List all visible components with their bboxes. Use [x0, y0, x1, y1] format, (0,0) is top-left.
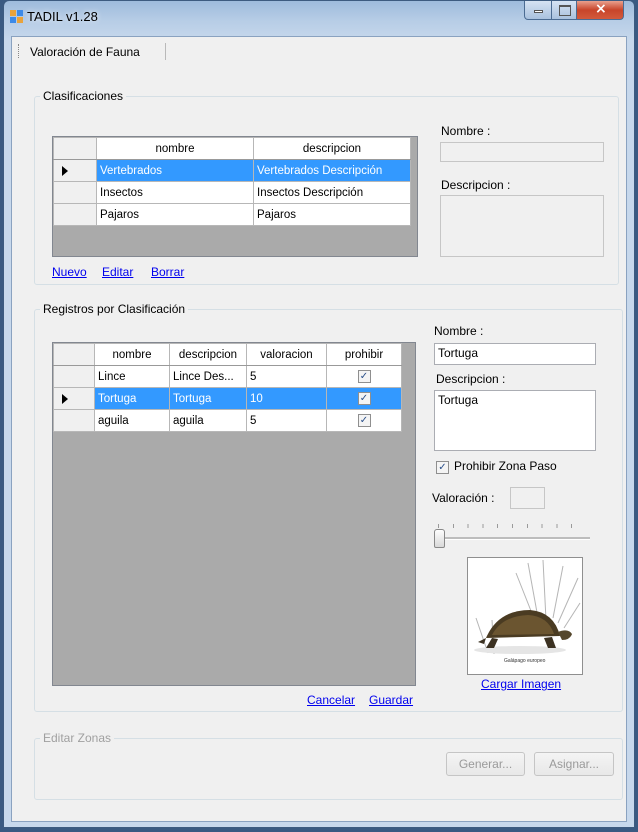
menu-separator	[165, 43, 166, 60]
editar-zonas-group-title: Editar Zonas	[40, 731, 115, 745]
window-title: TADIL v1.28	[27, 9, 98, 24]
clasificacion-descripcion-field[interactable]	[440, 195, 604, 257]
column-header-descripcion[interactable]: descripcion	[169, 343, 247, 366]
valoracion-label: Valoración :	[432, 491, 495, 505]
cancelar-link[interactable]: Cancelar	[307, 693, 355, 707]
cell-nombre[interactable]: Pajaros	[96, 203, 254, 226]
cell-prohibir[interactable]: ✓	[326, 409, 402, 432]
current-row-arrow-icon	[62, 394, 68, 404]
minimize-button[interactable]	[524, 1, 552, 20]
row-header[interactable]	[53, 159, 97, 182]
cell-descripcion[interactable]: Tortuga	[169, 387, 247, 410]
turtle-image	[474, 559, 581, 655]
row-header[interactable]	[53, 203, 97, 226]
table-row[interactable]: Pajaros Pajaros	[53, 203, 411, 226]
clasificaciones-table: nombre descripcion Vertebrados Vertebrad…	[53, 137, 411, 226]
cell-prohibir[interactable]: ✓	[326, 365, 402, 388]
row-header-corner	[53, 343, 95, 366]
prohibir-zona-paso-label[interactable]: Prohibir Zona Paso	[454, 459, 557, 473]
cell-descripcion[interactable]: Lince Des...	[169, 365, 247, 388]
cell-nombre[interactable]: Vertebrados	[96, 159, 254, 182]
registros-group-title: Registros por Clasificación	[40, 302, 189, 316]
asignar-button[interactable]: Asignar...	[534, 752, 614, 776]
cell-descripcion[interactable]: aguila	[169, 409, 247, 432]
row-header[interactable]	[53, 387, 95, 410]
registro-descripcion-field[interactable]: Tortuga	[434, 390, 596, 451]
slider-ticks	[438, 524, 586, 528]
column-header-prohibir[interactable]: prohibir	[326, 343, 402, 366]
table-row[interactable]: Insectos Insectos Descripción	[53, 181, 411, 204]
cell-nombre[interactable]: Lince	[94, 365, 170, 388]
maximize-icon	[559, 5, 571, 16]
borrar-link[interactable]: Borrar	[151, 265, 184, 279]
prohibir-checkbox[interactable]: ✓	[357, 414, 371, 427]
valoracion-slider[interactable]	[432, 518, 594, 550]
close-icon: ×	[595, 1, 607, 17]
nuevo-link[interactable]: Nuevo	[52, 265, 87, 279]
table-header-row: nombre descripcion valoracion prohibir	[53, 343, 402, 366]
cell-nombre[interactable]: Insectos	[96, 181, 254, 204]
guardar-link[interactable]: Guardar	[369, 693, 413, 707]
column-header-descripcion[interactable]: descripcion	[253, 137, 411, 160]
row-header-corner	[53, 137, 97, 160]
app-icon	[10, 10, 23, 23]
menu-grip	[18, 44, 21, 58]
clasificacion-nombre-label: Nombre :	[441, 124, 491, 138]
table-row[interactable]: Vertebrados Vertebrados Descripción	[53, 159, 411, 182]
row-header[interactable]	[53, 409, 95, 432]
clasificaciones-group-title: Clasificaciones	[40, 89, 127, 103]
registros-table: nombre descripcion valoracion prohibir L…	[53, 343, 402, 432]
clasificacion-nombre-field[interactable]	[440, 142, 604, 162]
close-button[interactable]: ×	[576, 1, 624, 20]
generar-button[interactable]: Generar...	[446, 752, 525, 776]
maximize-button[interactable]	[551, 1, 577, 20]
cell-descripcion[interactable]: Vertebrados Descripción	[253, 159, 411, 182]
row-header[interactable]	[53, 181, 97, 204]
minimize-icon	[534, 10, 543, 13]
cell-descripcion[interactable]: Pajaros	[253, 203, 411, 226]
prohibir-zona-paso-checkbox[interactable]: ✓	[436, 461, 449, 474]
cargar-imagen-link[interactable]: Cargar Imagen	[481, 677, 561, 691]
menu-item-valoracion-fauna[interactable]: Valoración de Fauna	[26, 45, 144, 59]
registro-nombre-field[interactable]: Tortuga	[434, 343, 596, 365]
registros-grid[interactable]: nombre descripcion valoracion prohibir L…	[52, 342, 416, 686]
registro-descripcion-label: Descripcion :	[436, 372, 506, 386]
slider-thumb[interactable]	[434, 529, 445, 548]
column-header-valoracion[interactable]: valoracion	[246, 343, 327, 366]
cell-valoracion[interactable]: 10	[246, 387, 327, 410]
cell-prohibir[interactable]: ✓	[326, 387, 402, 410]
cell-valoracion[interactable]: 5	[246, 409, 327, 432]
column-header-nombre[interactable]: nombre	[94, 343, 170, 366]
column-header-nombre[interactable]: nombre	[96, 137, 254, 160]
current-row-arrow-icon	[62, 166, 68, 176]
table-header-row: nombre descripcion	[53, 137, 411, 160]
valoracion-field[interactable]	[510, 487, 545, 509]
registro-nombre-label: Nombre :	[434, 324, 484, 338]
cell-nombre[interactable]: aguila	[94, 409, 170, 432]
cell-valoracion[interactable]: 5	[246, 365, 327, 388]
prohibir-checkbox[interactable]: ✓	[357, 370, 371, 383]
editar-link[interactable]: Editar	[102, 265, 133, 279]
table-row[interactable]: aguila aguila 5 ✓	[53, 409, 402, 432]
row-header[interactable]	[53, 365, 95, 388]
clasificacion-descripcion-label: Descripcion :	[441, 178, 511, 192]
table-row[interactable]: Lince Lince Des... 5 ✓	[53, 365, 402, 388]
cell-nombre[interactable]: Tortuga	[94, 387, 170, 410]
table-row[interactable]: Tortuga Tortuga 10 ✓	[53, 387, 402, 410]
slider-track	[436, 537, 590, 540]
clasificaciones-grid[interactable]: nombre descripcion Vertebrados Vertebrad…	[52, 136, 418, 257]
animal-image: Galápago europeo	[467, 557, 583, 675]
image-caption: Galápago europeo	[504, 658, 546, 664]
cell-descripcion[interactable]: Insectos Descripción	[253, 181, 411, 204]
prohibir-checkbox[interactable]: ✓	[357, 392, 371, 405]
